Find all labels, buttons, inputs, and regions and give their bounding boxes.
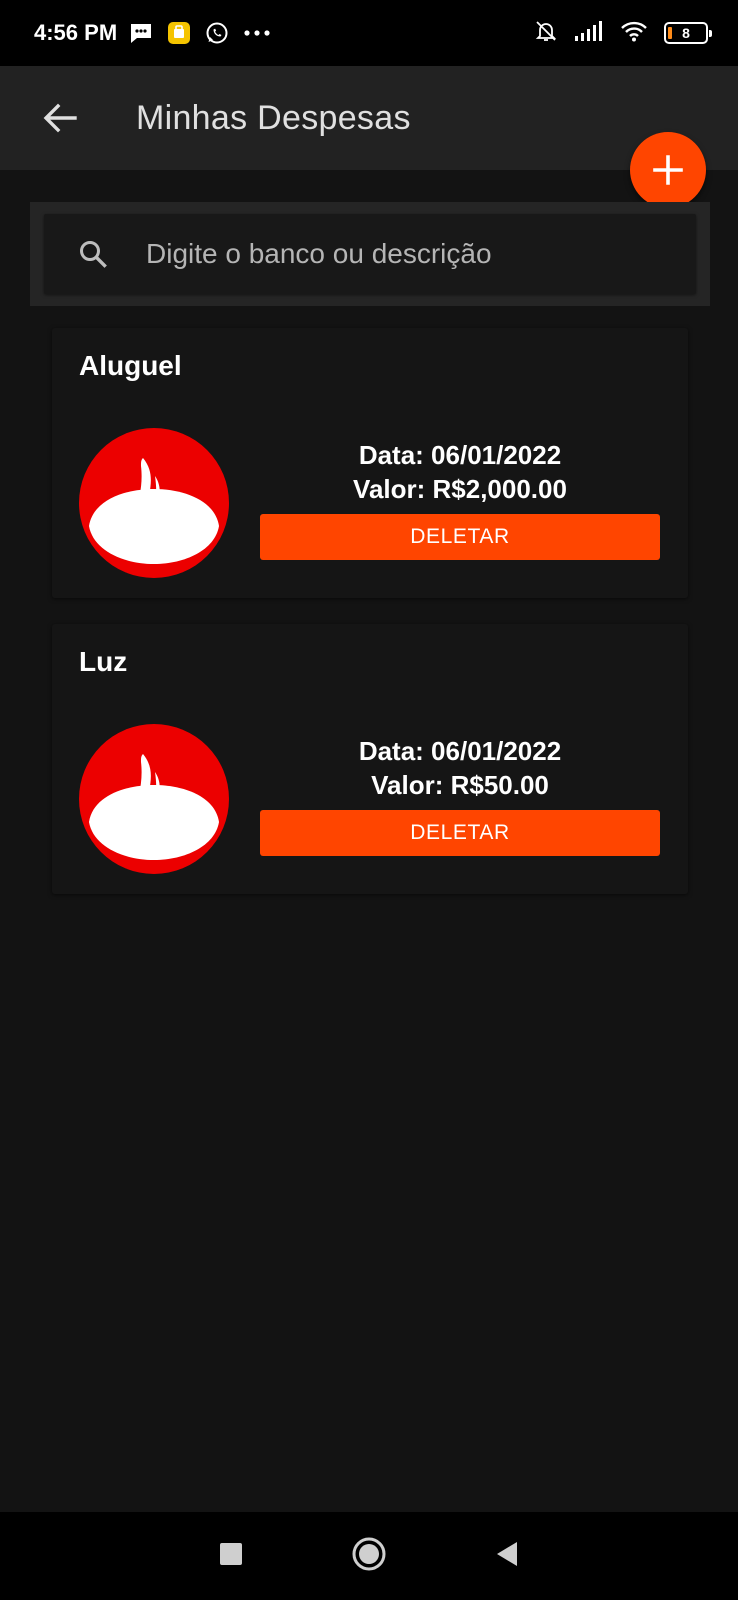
home-circle-icon[interactable] <box>351 1536 387 1577</box>
search-container <box>30 202 710 306</box>
expense-value: Valor: R$50.00 <box>371 770 549 800</box>
status-time: 4:56 PM <box>34 20 118 45</box>
status-bar: 4:56 PM 8 <box>0 0 738 66</box>
expense-info: Data: 06/01/2022 Valor: R$50.00 <box>260 734 660 802</box>
whatsapp-icon <box>205 21 229 45</box>
back-button[interactable] <box>30 88 90 148</box>
expense-title: Luz <box>79 646 128 677</box>
app-bar: Minhas Despesas <box>0 66 738 170</box>
wifi-icon <box>620 20 648 47</box>
expense-date: Data: 06/01/2022 <box>358 440 562 470</box>
page-title: Minhas Despesas <box>136 98 411 137</box>
add-expense-button[interactable] <box>630 132 706 208</box>
expense-title: Aluguel <box>79 350 182 381</box>
battery-icon: 8 <box>664 22 712 44</box>
expense-value: Valor: R$2,000.00 <box>353 474 567 504</box>
notification-app-icon <box>167 21 191 45</box>
expense-card: Aluguel Data: 06/01/2022 Valor: R$2,000.… <box>52 328 688 598</box>
arrow-left-icon <box>43 103 77 133</box>
back-triangle-icon[interactable] <box>495 1541 519 1572</box>
santander-logo-icon <box>79 428 229 578</box>
delete-button[interactable]: DELETAR <box>260 810 660 856</box>
expense-card: Luz Data: 06/01/2022 Valor: R$50.00 DELE… <box>52 624 688 894</box>
santander-logo-icon <box>79 724 229 874</box>
signal-icon <box>574 20 604 47</box>
search-input[interactable] <box>146 238 646 270</box>
search-icon <box>80 241 107 268</box>
expense-info: Data: 06/01/2022 Valor: R$2,000.00 <box>260 438 660 506</box>
expense-date: Data: 06/01/2022 <box>358 736 562 766</box>
delete-button[interactable]: DELETAR <box>260 514 660 560</box>
system-nav-bar <box>0 1512 738 1600</box>
plus-icon <box>653 155 683 185</box>
battery-level: 8 <box>682 25 690 41</box>
more-dots-icon <box>243 29 271 37</box>
search-box[interactable] <box>44 214 696 294</box>
recents-square-icon[interactable] <box>219 1542 243 1571</box>
message-icon <box>129 22 153 44</box>
bell-off-icon <box>534 19 558 48</box>
